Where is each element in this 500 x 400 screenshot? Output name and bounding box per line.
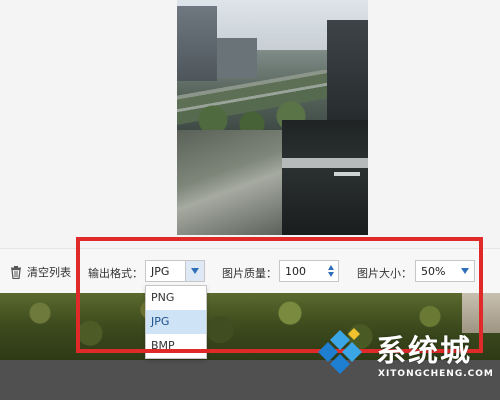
trash-icon bbox=[11, 265, 21, 279]
chevron-down-icon[interactable] bbox=[185, 261, 204, 281]
image-quality-label: 图片质量： bbox=[222, 267, 277, 280]
format-option-png[interactable]: PNG bbox=[146, 286, 206, 310]
watermark: 系统城 XITONGCHENG.COM bbox=[310, 322, 500, 392]
chevron-down-icon[interactable] bbox=[456, 261, 474, 281]
image-size-label: 图片大小： bbox=[357, 267, 412, 280]
watermark-brand: 系统城 bbox=[376, 334, 472, 369]
app-window: 清空列表 输出格式： JPG 图片质量： 100 图片大小： 50% PNG J… bbox=[0, 0, 500, 400]
settings-toolbar: 清空列表 输出格式： JPG 图片质量： 100 图片大小： 50% bbox=[0, 248, 500, 294]
clear-list-label: 清空列表 bbox=[27, 266, 71, 279]
image-quality-value: 100 bbox=[285, 265, 306, 278]
preview-image bbox=[177, 0, 368, 235]
image-size-select[interactable]: 50% bbox=[415, 260, 475, 282]
format-option-bmp[interactable]: BMP bbox=[146, 334, 206, 358]
image-quality-stepper[interactable]: 100 bbox=[279, 260, 339, 282]
output-format-label: 输出格式： bbox=[88, 267, 143, 280]
toolbar-divider bbox=[76, 261, 77, 283]
caret-up-icon[interactable] bbox=[328, 265, 334, 270]
output-format-dropdown: PNG JPG BMP bbox=[145, 285, 207, 359]
format-option-jpg[interactable]: JPG bbox=[146, 310, 206, 334]
output-format-value: JPG bbox=[151, 265, 170, 278]
watermark-url: XITONGCHENG.COM bbox=[378, 369, 494, 379]
clear-list-button[interactable]: 清空列表 bbox=[10, 264, 71, 280]
brand-logo-icon bbox=[318, 328, 362, 374]
output-format-select[interactable]: JPG bbox=[145, 260, 205, 282]
image-size-value: 50% bbox=[421, 265, 446, 278]
caret-down-icon[interactable] bbox=[328, 272, 334, 277]
